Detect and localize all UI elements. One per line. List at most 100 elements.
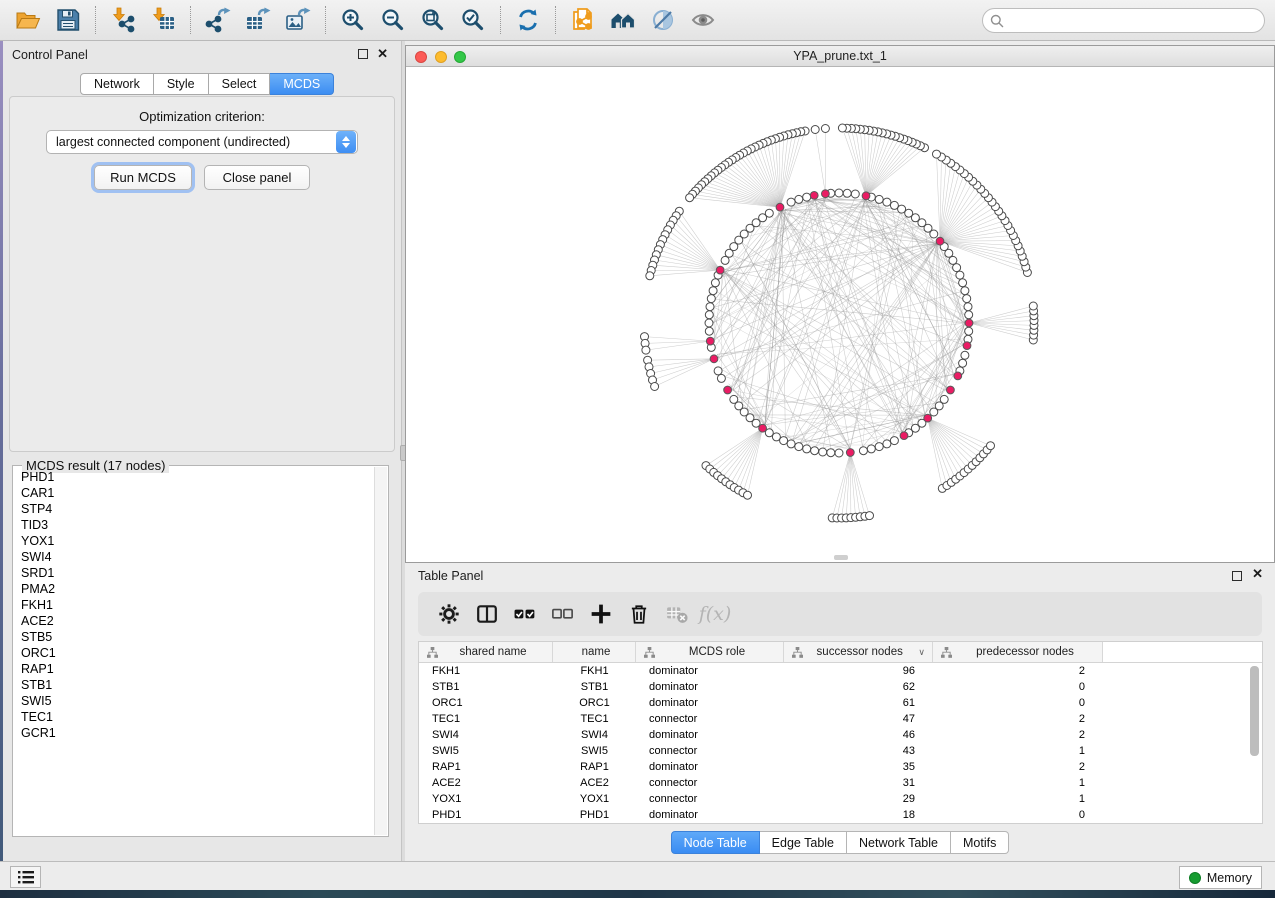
refresh-network-icon[interactable]: [513, 5, 543, 35]
result-node[interactable]: SWI5: [14, 693, 374, 709]
result-node[interactable]: PMA2: [14, 581, 374, 597]
column-header-shared-name[interactable]: shared name: [419, 642, 553, 662]
column-header-name[interactable]: name: [553, 642, 636, 662]
add-column-icon[interactable]: [588, 601, 614, 627]
tab-mcds[interactable]: MCDS: [270, 73, 334, 95]
table-row-TEC1[interactable]: TEC1TEC1connector472: [419, 711, 1262, 727]
search-icon: [990, 14, 1004, 28]
result-node[interactable]: CAR1: [14, 485, 374, 501]
cell-successor-nodes: 18: [784, 807, 933, 823]
cell-name: TEC1: [553, 711, 636, 727]
close-table-panel-icon[interactable]: ✕: [1252, 566, 1263, 581]
table-row-SWI4[interactable]: SWI4SWI4dominator462: [419, 727, 1262, 743]
table-row-YOX1[interactable]: YOX1YOX1connector291: [419, 791, 1262, 807]
delete-column-icon[interactable]: [626, 601, 652, 627]
table-row-SWI5[interactable]: SWI5SWI5connector431: [419, 743, 1262, 759]
result-node[interactable]: ACE2: [14, 613, 374, 629]
cell-name: PHD1: [553, 807, 636, 823]
export-network-icon[interactable]: [203, 5, 233, 35]
import-network-icon[interactable]: [108, 5, 138, 35]
function-builder-icon: f(x): [702, 601, 728, 627]
cell-successor-nodes: 47: [784, 711, 933, 727]
optimization-criterion-value: largest connected component (undirected): [47, 135, 336, 149]
cell-MCDS-role: connector: [636, 775, 784, 791]
table-row-STB1[interactable]: STB1STB1dominator620: [419, 679, 1262, 695]
result-node[interactable]: TID3: [14, 517, 374, 533]
share-document-icon[interactable]: [568, 5, 598, 35]
result-node[interactable]: FKH1: [14, 597, 374, 613]
zoom-selected-icon[interactable]: [458, 5, 488, 35]
column-header-successor-nodes[interactable]: successor nodes∨: [784, 642, 933, 662]
close-panel-button[interactable]: Close panel: [204, 165, 310, 190]
column-settings-icon[interactable]: [436, 601, 462, 627]
table-row-FKH1[interactable]: FKH1FKH1dominator962: [419, 663, 1262, 679]
first-neighbors-icon[interactable]: [608, 5, 638, 35]
save-session-icon[interactable]: [53, 5, 83, 35]
table-row-ORC1[interactable]: ORC1ORC1dominator610: [419, 695, 1262, 711]
cell-predecessor-nodes: 2: [933, 663, 1103, 679]
cell-shared-name: PHD1: [419, 807, 553, 823]
result-node[interactable]: RAP1: [14, 661, 374, 677]
close-window-icon[interactable]: ✕: [377, 46, 388, 61]
open-file-icon[interactable]: [13, 5, 43, 35]
run-mcds-button[interactable]: Run MCDS: [94, 165, 192, 190]
graphics-details-icon[interactable]: [648, 5, 678, 35]
result-node[interactable]: STP4: [14, 501, 374, 517]
result-list-scrollbar[interactable]: [374, 467, 387, 835]
zoom-fit-icon[interactable]: [418, 5, 448, 35]
cell-MCDS-role: dominator: [636, 807, 784, 823]
zoom-in-icon[interactable]: [338, 5, 368, 35]
result-node[interactable]: YOX1: [14, 533, 374, 549]
table-body: FKH1FKH1dominator962STB1STB1dominator620…: [419, 663, 1262, 823]
select-all-rows-icon[interactable]: [512, 601, 538, 627]
network-hscroll-thumb[interactable]: [834, 555, 848, 560]
result-node[interactable]: TEC1: [14, 709, 374, 725]
deselect-all-rows-icon[interactable]: [550, 601, 576, 627]
tab-edge-table[interactable]: Edge Table: [760, 831, 847, 854]
result-node[interactable]: ORC1: [14, 645, 374, 661]
eye-icon[interactable]: [688, 5, 718, 35]
memory-button[interactable]: Memory: [1179, 866, 1262, 889]
column-header-MCDS-role[interactable]: MCDS role: [636, 642, 784, 662]
result-node[interactable]: PHD1: [14, 469, 374, 485]
tab-motifs[interactable]: Motifs: [951, 831, 1009, 854]
task-history-button[interactable]: [10, 866, 41, 888]
cell-successor-nodes: 29: [784, 791, 933, 807]
zoom-out-icon[interactable]: [378, 5, 408, 35]
network-graph[interactable]: [406, 67, 1274, 562]
search-box[interactable]: [982, 8, 1265, 33]
float-window-icon[interactable]: [358, 49, 368, 59]
show-columns-icon[interactable]: [474, 601, 500, 627]
table-row-PHD1[interactable]: PHD1PHD1dominator180: [419, 807, 1262, 823]
result-node[interactable]: SRD1: [14, 565, 374, 581]
table-row-RAP1[interactable]: RAP1RAP1dominator352: [419, 759, 1262, 775]
search-input[interactable]: [1008, 11, 1264, 31]
import-table-icon[interactable]: [148, 5, 178, 35]
tab-select[interactable]: Select: [209, 73, 271, 95]
table-panel-title: Table Panel: [418, 569, 483, 583]
result-node[interactable]: STB1: [14, 677, 374, 693]
column-header-predecessor-nodes[interactable]: predecessor nodes: [933, 642, 1103, 662]
cell-predecessor-nodes: 2: [933, 727, 1103, 743]
control-panel: Control Panel ✕ NetworkStyleSelectMCDS O…: [3, 41, 402, 861]
cell-shared-name: TEC1: [419, 711, 553, 727]
network-canvas[interactable]: [406, 67, 1274, 562]
tab-network[interactable]: Network: [80, 73, 154, 95]
result-node[interactable]: GCR1: [14, 725, 374, 741]
optimization-criterion-select[interactable]: largest connected component (undirected): [46, 130, 358, 154]
cell-name: FKH1: [553, 663, 636, 679]
tab-node-table[interactable]: Node Table: [671, 831, 760, 854]
cell-name: RAP1: [553, 759, 636, 775]
cell-predecessor-nodes: 2: [933, 711, 1103, 727]
result-node[interactable]: STB5: [14, 629, 374, 645]
select-stepper-icon: [336, 131, 356, 153]
export-image-icon[interactable]: [283, 5, 313, 35]
table-vscroll-thumb[interactable]: [1250, 666, 1259, 756]
column-header-filler: [1103, 642, 1262, 662]
export-table-icon[interactable]: [243, 5, 273, 35]
result-node[interactable]: SWI4: [14, 549, 374, 565]
table-row-ACE2[interactable]: ACE2ACE2connector311: [419, 775, 1262, 791]
tab-style[interactable]: Style: [154, 73, 209, 95]
tab-network-table[interactable]: Network Table: [847, 831, 951, 854]
float-table-panel-icon[interactable]: [1232, 571, 1242, 581]
